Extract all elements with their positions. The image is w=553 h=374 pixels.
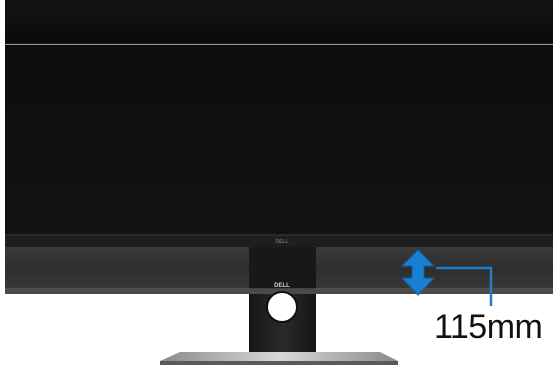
monitor-top-band bbox=[5, 0, 553, 44]
monitor-screen bbox=[5, 45, 553, 235]
stand-base bbox=[160, 352, 398, 361]
height-adjustment-label: 115mm bbox=[434, 308, 543, 346]
dell-logo-bezel: DELL bbox=[275, 239, 288, 245]
monitor-illustration: DELL DELL 115mm bbox=[0, 0, 553, 369]
monitor-lower-band-left bbox=[5, 247, 249, 294]
monitor-lower-band-right bbox=[316, 247, 553, 294]
dell-logo-stand: DELL bbox=[274, 283, 290, 289]
